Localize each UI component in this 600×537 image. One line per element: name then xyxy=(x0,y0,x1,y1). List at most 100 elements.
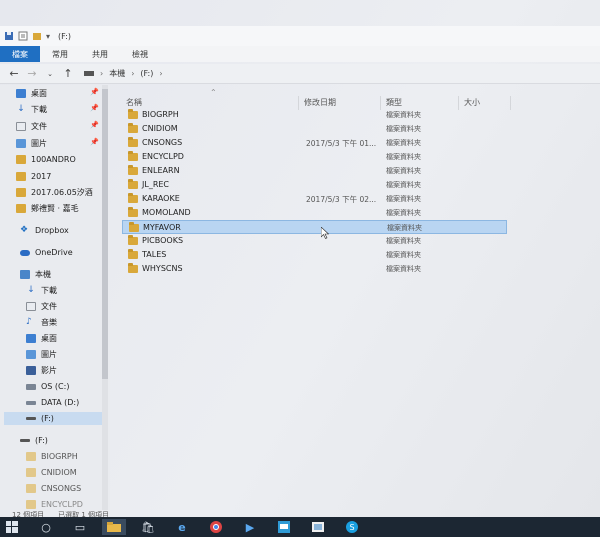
picture-icon xyxy=(16,139,26,148)
file-name: ENLEARN xyxy=(142,166,180,175)
list-item[interactable]: ENLEARN 檔案資料夾 xyxy=(122,164,507,178)
file-explorer-icon[interactable] xyxy=(102,519,126,535)
sidebar-item-os-c[interactable]: OS (C:) xyxy=(26,380,69,393)
store-icon[interactable]: 🛍 xyxy=(136,519,160,535)
breadcrumb-this-pc[interactable]: 本機 xyxy=(109,68,125,79)
list-item[interactable]: KARAOKE 2017/5/3 下午 02... 檔案資料夾 xyxy=(122,192,507,206)
sidebar-item-cnidiom[interactable]: CNIDIOM xyxy=(26,466,77,479)
file-type: 檔案資料夾 xyxy=(386,153,421,161)
pin-icon[interactable]: 📌 xyxy=(90,104,99,112)
tab-view[interactable]: 檢視 xyxy=(120,46,160,62)
up-arrow-icon[interactable]: ↑ xyxy=(62,67,74,80)
column-header-size[interactable]: 大小 xyxy=(464,97,480,108)
file-name: CNSONGS xyxy=(142,138,183,147)
breadcrumb-drive-f[interactable]: (F:) xyxy=(140,69,153,78)
app-icon[interactable] xyxy=(272,519,296,535)
video-icon xyxy=(26,366,36,375)
list-item[interactable]: CNIDIOM 檔案資料夾 xyxy=(122,122,507,136)
chevron-down-icon[interactable]: ⌄ xyxy=(44,70,56,78)
onedrive-icon xyxy=(20,249,30,256)
chevron-right-icon: › xyxy=(100,69,104,78)
pin-icon[interactable]: 📌 xyxy=(90,121,99,129)
sidebar-item-documents[interactable]: 文件 xyxy=(16,120,47,133)
taskbar: ○ ▭ 🛍 e ▶ S xyxy=(0,517,600,537)
list-item[interactable]: JL_REC 檔案資料夾 xyxy=(122,178,507,192)
skype-icon[interactable]: S xyxy=(340,519,364,535)
sidebar-item-music[interactable]: ♪ 音樂 xyxy=(26,316,57,329)
sidebar-item-label: BIOGRPH xyxy=(41,452,78,461)
sidebar-item-label: (F:) xyxy=(41,414,54,423)
search-icon[interactable]: ○ xyxy=(34,519,58,535)
sidebar-scrollbar-thumb[interactable] xyxy=(102,89,108,379)
column-header-date[interactable]: 修改日期 xyxy=(304,97,336,108)
properties-icon[interactable] xyxy=(18,31,28,41)
sidebar-item-desktop-pc[interactable]: 桌面 xyxy=(26,332,57,345)
pin-icon[interactable]: 📌 xyxy=(90,138,99,146)
svg-text:S: S xyxy=(350,523,355,532)
sidebar-item-pictures-pc[interactable]: 圖片 xyxy=(26,348,57,361)
sidebar-item-dropbox[interactable]: ❖ Dropbox xyxy=(20,224,69,237)
sidebar-item-drive-f-root[interactable]: (F:) xyxy=(20,434,48,447)
sidebar-item-onedrive[interactable]: OneDrive xyxy=(20,246,73,259)
sidebar-item-biogrph[interactable]: BIOGRPH xyxy=(26,450,78,463)
edge-icon[interactable]: e xyxy=(170,519,194,535)
list-item[interactable]: TALES 檔案資料夾 xyxy=(122,248,507,262)
sidebar-item-2017-06-05[interactable]: 2017.06.05汐酒 xyxy=(16,186,93,199)
folder-icon xyxy=(129,222,139,232)
list-item[interactable]: BIOGRPH 檔案資料夾 xyxy=(122,108,507,122)
sidebar-item-pictures[interactable]: 圖片 xyxy=(16,137,47,150)
pin-icon[interactable]: 📌 xyxy=(90,88,99,96)
sidebar-item-label: CNSONGS xyxy=(41,484,82,493)
dropdown-icon[interactable]: ▾ xyxy=(46,32,50,41)
sidebar-item-100andro[interactable]: 100ANDRO xyxy=(16,153,76,166)
tab-file[interactable]: 檔案 xyxy=(0,46,40,62)
sidebar-item-cnsongs[interactable]: CNSONGS xyxy=(26,482,81,495)
tab-home[interactable]: 常用 xyxy=(40,46,80,62)
sidebar-item-drive-f[interactable]: (F:) xyxy=(4,412,104,425)
sidebar-item-folder[interactable]: 鄭禮賢 · 嘉毛 xyxy=(16,202,79,215)
column-divider[interactable] xyxy=(510,96,511,110)
sidebar-item-label: (F:) xyxy=(35,436,48,445)
sidebar-item-downloads[interactable]: ↓ 下載 xyxy=(16,103,47,116)
media-player-icon[interactable]: ▶ xyxy=(238,519,262,535)
forward-arrow-icon[interactable]: → xyxy=(26,67,38,80)
list-item[interactable]: WHYSCNS 檔案資料夾 xyxy=(122,262,507,276)
sidebar-item-videos[interactable]: 影片 xyxy=(26,364,57,377)
list-item[interactable]: CNSONGS 2017/5/3 下午 01... 檔案資料夾 xyxy=(122,136,507,150)
sidebar-item-desktop[interactable]: 桌面 xyxy=(16,87,47,100)
sidebar-item-label: OS (C:) xyxy=(41,382,70,391)
chevron-right-icon: › xyxy=(159,69,163,78)
new-folder-icon[interactable] xyxy=(32,31,42,41)
sidebar-item-label: 2017 xyxy=(31,172,52,181)
column-header-type[interactable]: 類型 xyxy=(386,97,402,108)
chrome-icon[interactable] xyxy=(204,519,228,535)
music-icon: ♪ xyxy=(26,317,32,327)
list-item[interactable]: PICBOOKS 檔案資料夾 xyxy=(122,234,507,248)
list-item[interactable]: ENCYCLPD 檔案資料夾 xyxy=(122,150,507,164)
list-item-selected[interactable]: MYFAVOR 檔案資料夾 xyxy=(122,220,507,234)
sidebar-item-data-d[interactable]: DATA (D:) xyxy=(26,396,79,409)
column-header-name[interactable]: 名稱 xyxy=(126,97,142,108)
sidebar-item-label: 圖片 xyxy=(31,139,47,148)
sidebar-item-encyclpd[interactable]: ENCYCLPD xyxy=(26,498,83,510)
sidebar-scrollbar[interactable] xyxy=(102,85,108,510)
windows-start-icon[interactable] xyxy=(0,519,24,535)
file-type: 檔案資料夾 xyxy=(386,195,421,203)
sidebar-item-label: DATA (D:) xyxy=(41,398,80,407)
sidebar-item-downloads-pc[interactable]: ↓ 下載 xyxy=(26,284,57,297)
sidebar-item-documents-pc[interactable]: 文件 xyxy=(26,300,57,313)
list-item[interactable]: MOMOLAND 檔案資料夾 xyxy=(122,206,507,220)
sidebar-item-label: 文件 xyxy=(31,122,47,131)
back-arrow-icon[interactable]: ← xyxy=(8,67,20,80)
tab-share[interactable]: 共用 xyxy=(80,46,120,62)
breadcrumb[interactable]: › 本機 › (F:) › xyxy=(84,68,163,79)
task-view-icon[interactable]: ▭ xyxy=(68,519,92,535)
photos-icon[interactable] xyxy=(306,519,330,535)
sidebar-item-label: 桌面 xyxy=(31,89,47,98)
file-name: MOMOLAND xyxy=(142,208,191,217)
dropbox-icon: ❖ xyxy=(20,225,29,235)
save-icon[interactable] xyxy=(4,31,14,41)
sidebar-item-2017[interactable]: 2017 xyxy=(16,170,51,183)
sidebar-item-this-pc[interactable]: 本機 xyxy=(20,268,51,281)
folder-icon xyxy=(128,165,138,175)
